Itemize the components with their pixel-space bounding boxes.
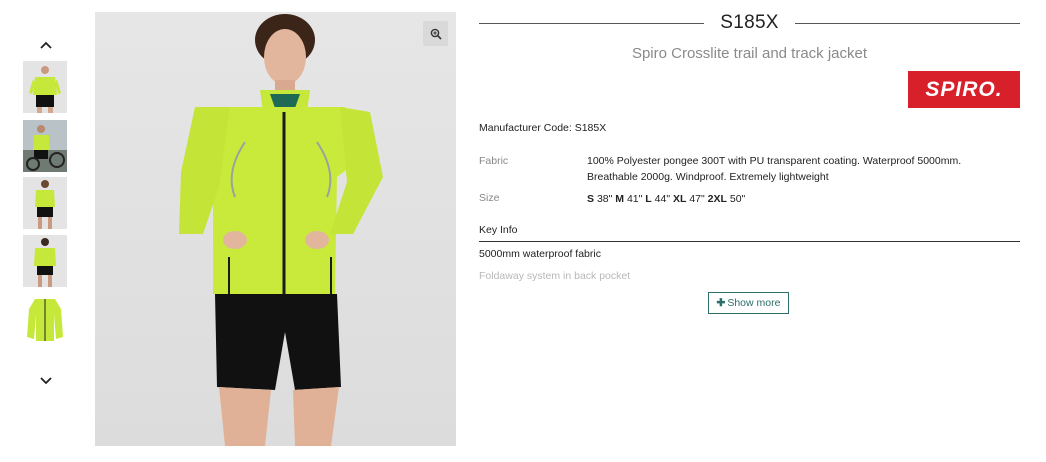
plus-icon: ✚ [716,297,726,309]
size-chest: 47" [689,193,705,205]
size-chest: 38" [596,193,613,205]
size-name: S [587,193,595,205]
size-name: L [645,193,652,205]
zoom-button[interactable] [423,21,448,46]
brand-logo[interactable]: SPIRO. [908,71,1020,108]
thumbnail-2[interactable] [23,120,67,172]
product-info: S185X Spiro Crosslite trail and track ja… [479,0,1021,462]
magnifier-zoom-icon [430,28,442,40]
manufacturer-code: Manufacturer Code: S185X [479,122,607,134]
product-code-title: S185X [720,12,779,33]
title-row: S185X [479,12,1021,34]
size-chest: 41" [626,193,643,205]
title-divider-right [794,22,1021,24]
key-info-heading: Key Info [479,224,1020,242]
thumbnail-gallery [0,0,90,462]
thumbnail-5[interactable] [23,293,67,345]
thumbnail-4[interactable] [23,235,67,287]
key-info-item-2: Foldaway system in back pocket [479,270,631,282]
show-more-button[interactable]: ✚ Show more [708,292,789,314]
size-name: M [615,193,625,205]
size-value: S 38" M 41" L 44" XL 47" 2XL 50" [587,191,1007,207]
title-divider-left [479,22,705,24]
product-name: Spiro Crosslite trail and track jacket [631,45,868,62]
thumbnail-3[interactable] [23,177,67,229]
thumbnail-1[interactable] [23,61,67,113]
size-chest: 50" [729,193,746,205]
fabric-value: 100% Polyester pongee 300T with PU trans… [587,155,962,183]
size-label: Size [479,192,500,204]
show-more-label: Show more [727,297,781,309]
size-chest: 44" [654,193,671,205]
gallery-down-arrow[interactable] [37,374,55,388]
brand-logo-text: SPIRO. [925,77,1003,101]
gallery-up-arrow[interactable] [37,38,55,52]
chevron-down-icon [40,377,52,385]
key-info-item-1: 5000mm waterproof fabric [479,248,601,260]
main-product-image[interactable] [95,12,456,446]
size-name: XL [672,193,687,205]
fabric-label: Fabric [479,155,509,167]
chevron-up-icon [40,41,52,49]
size-name: 2XL [707,193,727,205]
